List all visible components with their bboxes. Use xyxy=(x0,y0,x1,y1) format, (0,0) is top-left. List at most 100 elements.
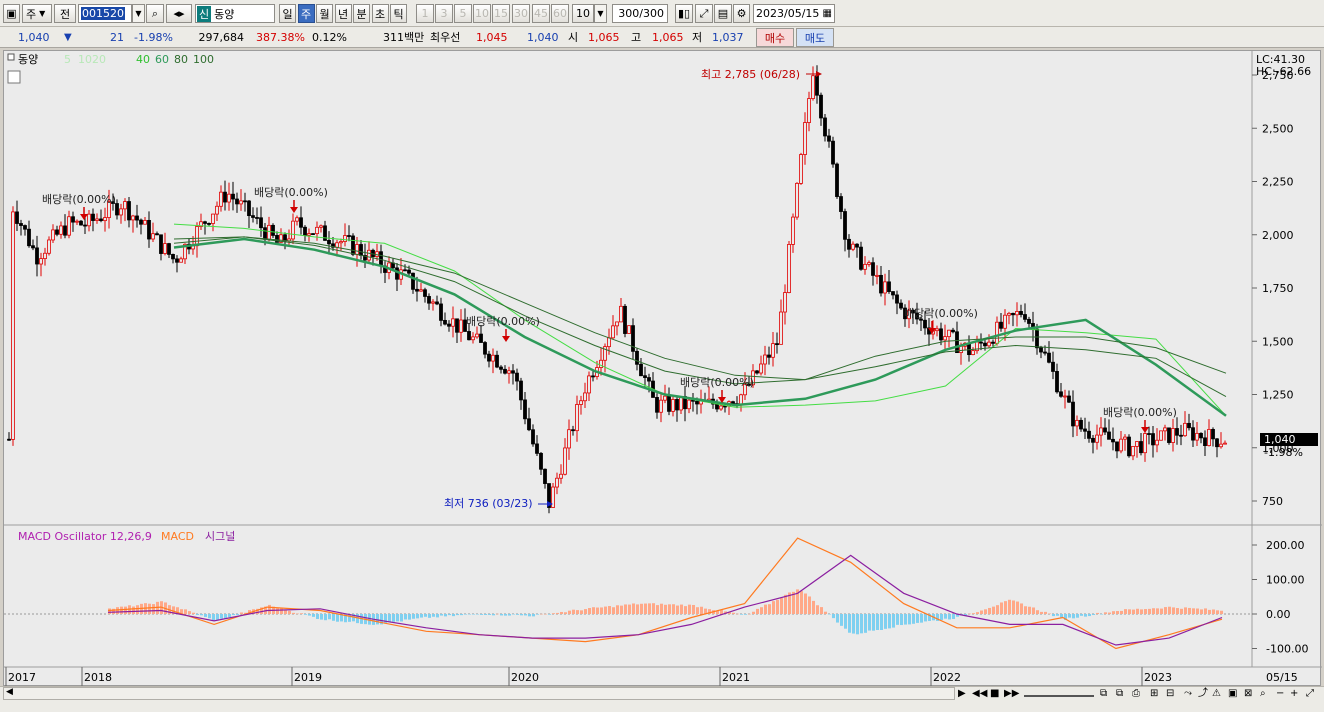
period-button-5[interactable]: 초 xyxy=(371,4,389,23)
candle-body xyxy=(811,75,815,99)
chart-type-select[interactable]: 주 ▼ xyxy=(22,4,52,23)
oscillator-bar xyxy=(1104,612,1107,614)
interval-button-15[interactable]: 15 xyxy=(492,4,510,23)
save-icon[interactable]: ▤ xyxy=(714,4,732,23)
sell-button[interactable]: 매도 xyxy=(796,28,834,47)
candle-body xyxy=(271,224,275,236)
calendar-icon[interactable]: ▦ xyxy=(823,8,832,19)
legend-box-icon[interactable] xyxy=(7,53,15,61)
stock-code-input[interactable]: 001520 xyxy=(78,4,132,23)
candle-body xyxy=(827,135,831,142)
scroll-left-icon[interactable]: ◀ xyxy=(6,687,13,697)
ma-legend-60: 60 xyxy=(155,53,169,66)
zoom-in-icon[interactable]: + xyxy=(1290,687,1298,700)
oscillator-bar xyxy=(1068,614,1071,618)
oscillator-bar xyxy=(1168,606,1171,614)
code-dropdown-icon[interactable]: ▼ xyxy=(132,4,145,23)
period-button-4[interactable]: 분 xyxy=(353,4,370,23)
pattern-icon[interactable]: ⤴ xyxy=(1198,687,1208,700)
oscillator-bar xyxy=(732,612,735,614)
candle-body xyxy=(1115,441,1119,452)
scroll-right-icon[interactable]: ▶ xyxy=(958,687,966,700)
oscillator-bar xyxy=(228,614,231,618)
candle-body xyxy=(1183,422,1187,437)
search-icon[interactable]: ⌕ xyxy=(146,4,164,23)
candle-body xyxy=(983,342,987,347)
compare-icon[interactable]: ⊟ xyxy=(1166,687,1174,700)
buy-button[interactable]: 매수 xyxy=(756,28,794,47)
grid-icon[interactable]: ⊠ xyxy=(1244,687,1252,700)
candle-body xyxy=(1015,311,1019,316)
interval-button-45[interactable]: 45 xyxy=(532,4,550,23)
candle-body xyxy=(655,397,659,413)
zoom-icon[interactable]: ⌕ xyxy=(1260,687,1266,700)
prev-next-icon[interactable]: ◂▸ xyxy=(166,4,192,23)
date-field[interactable]: 2023/05/15 ▦ xyxy=(753,4,835,23)
candle-body xyxy=(891,291,895,296)
stock-name-field[interactable]: 신 동양 xyxy=(195,4,275,23)
oscillator-bar xyxy=(1096,612,1099,614)
gear-icon[interactable]: ⚙ xyxy=(733,4,750,23)
oscillator-bar xyxy=(624,604,627,614)
zoom-out-icon[interactable]: − xyxy=(1276,687,1284,700)
stop-icon[interactable]: ■ xyxy=(990,687,999,700)
candle-type-icon[interactable]: ▮▯ xyxy=(675,4,693,23)
trend-icon[interactable]: ⤳ xyxy=(1184,687,1192,700)
alert-icon[interactable]: ⚠ xyxy=(1212,687,1221,700)
interval-button-60[interactable]: 60 xyxy=(551,4,569,23)
oscillator-bar xyxy=(500,614,503,616)
rewind-icon[interactable]: ◀◀ xyxy=(972,687,987,700)
zoom-slider[interactable] xyxy=(1024,689,1094,697)
copy-icon[interactable]: ⧉ xyxy=(1116,687,1123,700)
candle-body xyxy=(1047,352,1051,363)
candle-body xyxy=(59,225,63,235)
price-chart[interactable]: 동양 5 10 20 40 60 80 100 LC:41.30 HC:-62.66 2,7… xyxy=(4,51,1322,687)
period-button-0[interactable]: 일 xyxy=(279,4,296,23)
count-dropdown-icon[interactable]: ▼ xyxy=(594,4,607,23)
chart-panel[interactable]: 동양 5 10 20 40 60 80 100 LC:41.30 HC:-62.66 2,7… xyxy=(3,50,1322,687)
candle-body xyxy=(163,243,167,254)
period-button-2[interactable]: 월 xyxy=(316,4,333,23)
candle-body xyxy=(1171,428,1175,443)
forward-icon[interactable]: ▶▶ xyxy=(1004,687,1019,700)
best-bid: 1,040 xyxy=(527,31,559,44)
interval-button-3[interactable]: 3 xyxy=(435,4,453,23)
window-menu-icon[interactable]: ▣ xyxy=(3,4,20,23)
period-button-3[interactable]: 년 xyxy=(334,4,352,23)
panel-toggle-icon[interactable] xyxy=(7,70,21,84)
settings-small-icon[interactable]: ▣ xyxy=(1228,687,1237,700)
candle-body xyxy=(295,217,299,222)
oscillator-bar xyxy=(976,612,979,614)
candle-body xyxy=(779,311,783,345)
draw-tool-icon[interactable]: ⤢ xyxy=(695,4,713,23)
period-button-6[interactable]: 틱 xyxy=(390,4,407,23)
candle-body xyxy=(715,403,719,410)
oscillator-bar xyxy=(560,611,563,614)
indicator-icon[interactable]: ⊞ xyxy=(1150,687,1158,700)
candle-body xyxy=(1111,438,1115,443)
interval-button-10[interactable]: 10 xyxy=(473,4,491,23)
candle-body xyxy=(955,331,959,354)
horizontal-scrollbar[interactable]: ◀ xyxy=(3,687,955,700)
interval-button-30[interactable]: 30 xyxy=(512,4,530,23)
view-count-field[interactable]: 300/300 xyxy=(612,4,668,23)
oscillator-bar xyxy=(1108,612,1111,614)
jeon-button[interactable]: 전 xyxy=(54,4,76,23)
oscillator-bar xyxy=(336,614,339,622)
count-select[interactable]: 10 xyxy=(572,4,594,23)
period-button-1[interactable]: 주 xyxy=(297,4,315,23)
interval-button-1[interactable]: 1 xyxy=(416,4,434,23)
candle-body xyxy=(679,396,683,411)
ma-legend-20: 20 xyxy=(92,53,106,66)
oscillator-bar xyxy=(988,607,991,614)
oscillator-bar xyxy=(1040,611,1043,614)
ma-legend-80: 80 xyxy=(174,53,188,66)
trade-amount: 311백만 xyxy=(383,31,425,44)
print-icon[interactable]: ⎙ xyxy=(1132,687,1140,700)
macd-line xyxy=(107,537,1223,650)
oscillator-bar xyxy=(580,610,583,614)
layout-icon[interactable]: ⧉ xyxy=(1100,687,1107,700)
oscillator-bar xyxy=(512,614,515,615)
interval-button-5[interactable]: 5 xyxy=(454,4,472,23)
fit-icon[interactable]: ⤢ xyxy=(1306,687,1314,700)
